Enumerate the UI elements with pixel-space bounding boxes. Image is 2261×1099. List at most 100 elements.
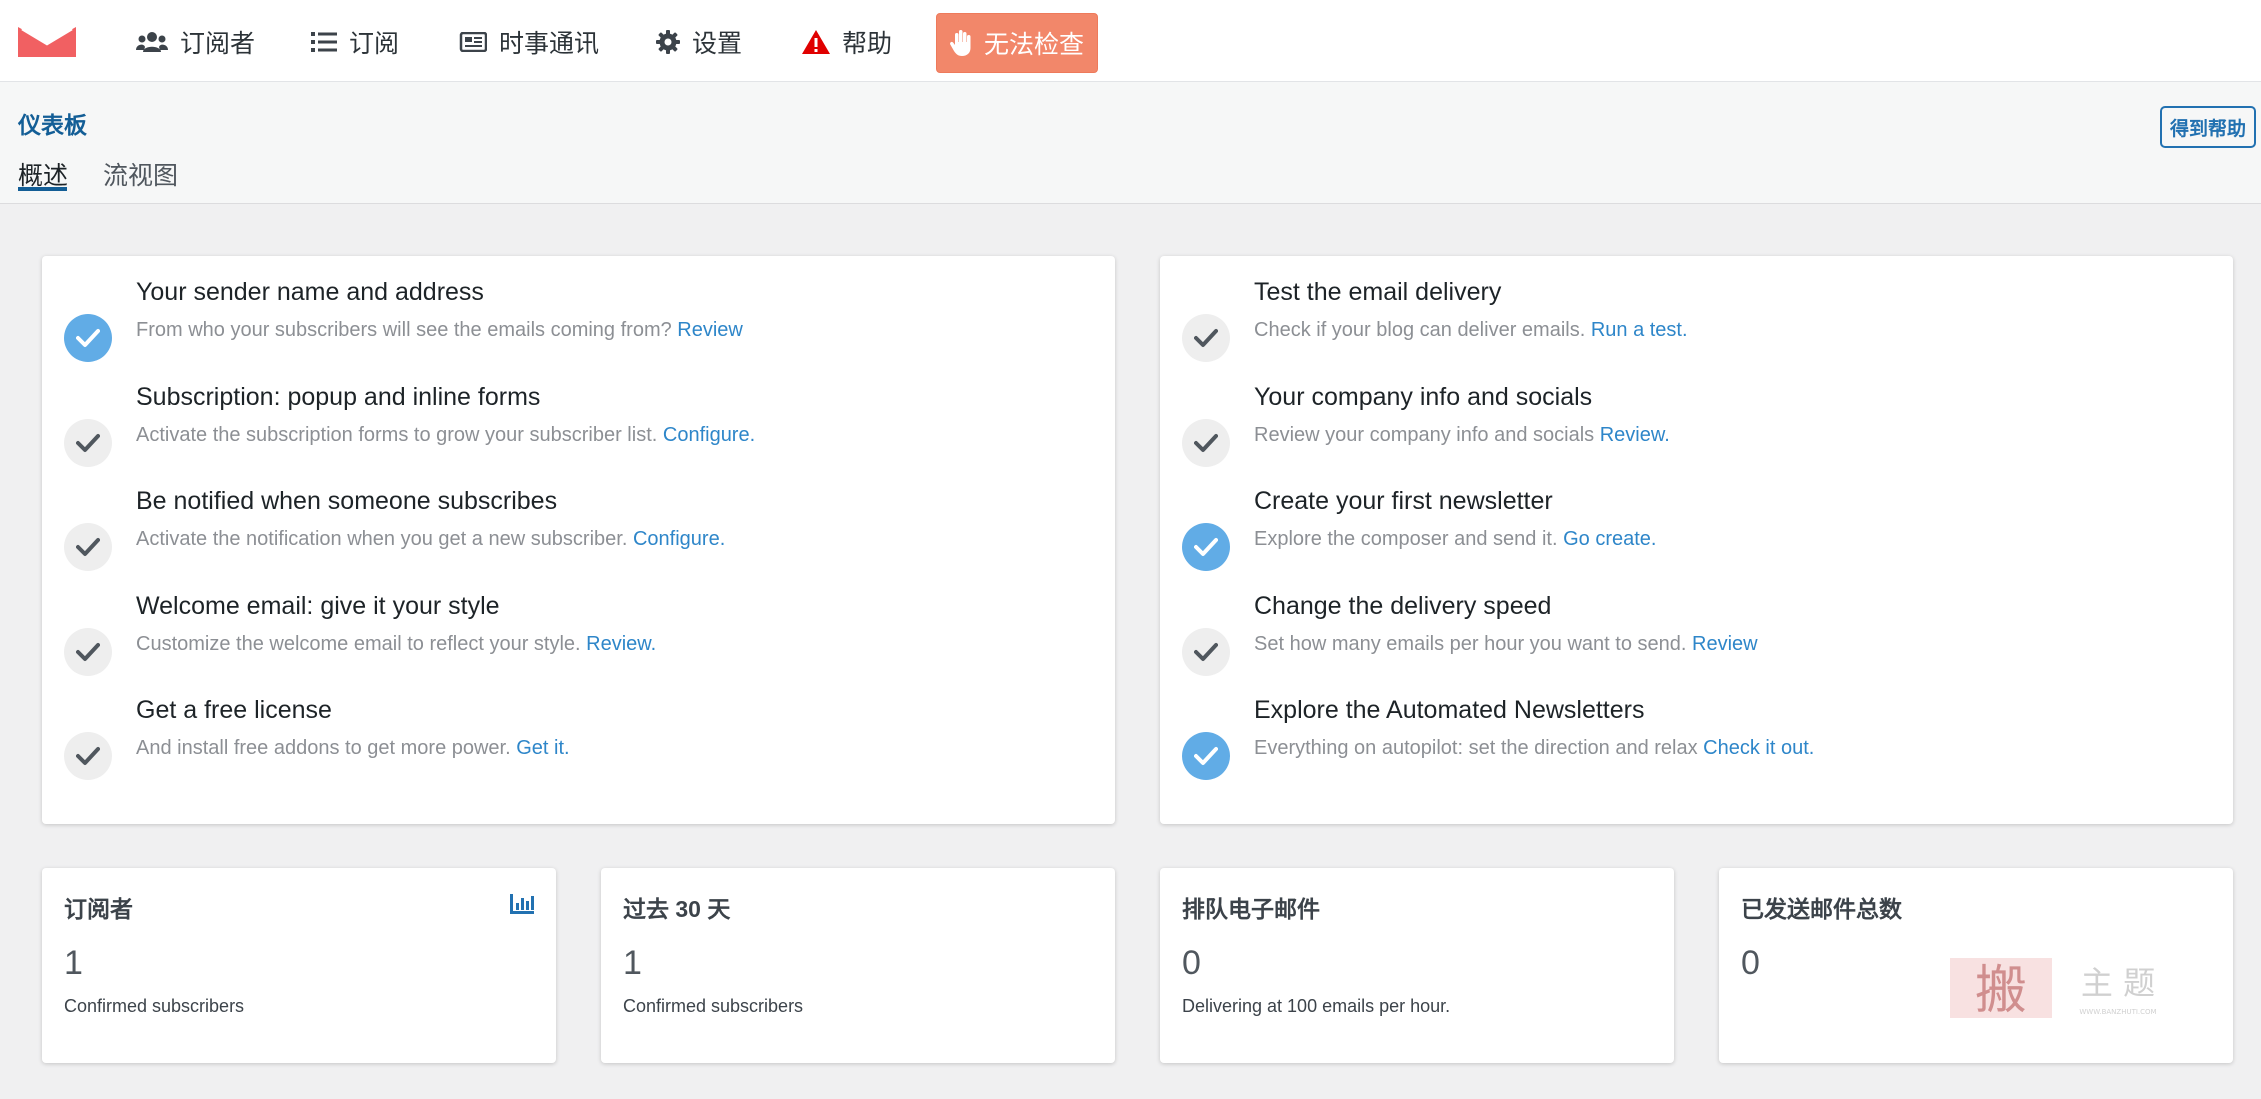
site-watermark-logo: 搬 主 题 WWW.BANZHUTI.COM bbox=[1950, 958, 2157, 1020]
stat-value: 0 bbox=[1741, 944, 1760, 982]
check-icon bbox=[1182, 314, 1230, 362]
warning-triangle-icon bbox=[802, 30, 830, 54]
nav-settings[interactable]: 设置 bbox=[656, 24, 742, 60]
setup-task: Your sender name and address From who you… bbox=[42, 278, 1115, 362]
setup-task: Welcome email: give it your style Customi… bbox=[42, 591, 1115, 676]
task-title: Your company info and socials bbox=[1254, 382, 1593, 411]
task-description: Check if your blog can deliver emails. R… bbox=[1254, 319, 1688, 342]
stat-value: 1 bbox=[64, 944, 83, 982]
check-icon bbox=[1182, 732, 1230, 780]
task-title: Welcome email: give it your style bbox=[136, 591, 500, 620]
list-icon bbox=[311, 32, 337, 52]
task-title: Your sender name and address bbox=[136, 278, 484, 306]
task-description: And install free addons to get more powe… bbox=[136, 737, 570, 760]
nav-help[interactable]: 帮助 bbox=[802, 24, 892, 60]
task-title: Get a free license bbox=[136, 696, 332, 724]
task-link[interactable]: Run a test. bbox=[1591, 319, 1688, 341]
top-navigation: 订阅者 订阅 时事通讯 设置 帮助 无法检查 bbox=[0, 0, 2261, 82]
task-link[interactable]: Configure. bbox=[663, 424, 755, 446]
task-description: Set how many emails per hour you want to… bbox=[1254, 633, 1758, 656]
setup-task: Subscription: popup and inline forms Acti… bbox=[42, 382, 1115, 467]
check-icon bbox=[1182, 418, 1230, 467]
stat-value: 0 bbox=[1182, 944, 1201, 982]
task-title: Create your first newsletter bbox=[1254, 487, 1553, 515]
task-description-text: And install free addons to get more powe… bbox=[136, 737, 511, 759]
check-icon bbox=[64, 523, 112, 571]
task-description-text: Activate the notification when you get a… bbox=[136, 528, 628, 550]
check-icon bbox=[1182, 523, 1230, 571]
task-title: Test the email delivery bbox=[1254, 278, 1502, 306]
stat-caption: Delivering at 100 emails per hour. bbox=[1182, 996, 1451, 1016]
task-title: Change the delivery speed bbox=[1254, 591, 1552, 620]
cannot-check-button[interactable]: 无法检查 bbox=[936, 13, 1098, 73]
task-title: Explore the Automated Newsletters bbox=[1254, 696, 1645, 724]
page-header: 仪表板 概述 流视图 得到帮助 bbox=[0, 82, 2261, 204]
stat-title: 过去 30 天 bbox=[623, 896, 731, 922]
stat-title: 排队电子邮件 bbox=[1182, 896, 1320, 922]
check-icon bbox=[64, 314, 112, 362]
task-description: Customize the welcome email to reflect y… bbox=[136, 633, 656, 656]
task-link[interactable]: Review. bbox=[1600, 424, 1670, 446]
stat-value: 1 bbox=[623, 944, 642, 982]
bar-chart-icon[interactable] bbox=[510, 894, 534, 914]
nav-subscribers[interactable]: 订阅者 bbox=[136, 24, 255, 60]
watermark-text: 主 题 bbox=[2081, 964, 2155, 1002]
setup-task: Be notified when someone subscribes Activ… bbox=[42, 487, 1115, 571]
task-title: Be notified when someone subscribes bbox=[136, 487, 558, 515]
task-description-text: Explore the composer and send it. bbox=[1254, 528, 1558, 550]
task-description-text: Customize the welcome email to reflect y… bbox=[136, 632, 581, 655]
nav-help-label: 帮助 bbox=[842, 30, 893, 58]
task-description: Review your company info and socials Rev… bbox=[1254, 424, 1670, 447]
nav-subscribers-label: 订阅者 bbox=[180, 30, 256, 58]
task-description: Explore the composer and send it. Go cre… bbox=[1254, 528, 1656, 551]
task-description-text: Everything on autopilot: set the directi… bbox=[1254, 737, 1698, 759]
watermark-url: WWW.BANZHUTI.COM bbox=[2079, 1008, 2156, 1016]
newspaper-icon bbox=[459, 32, 487, 52]
stat-caption: Confirmed subscribers bbox=[64, 996, 245, 1016]
task-link[interactable]: Review bbox=[677, 319, 743, 341]
task-link[interactable]: Review. bbox=[586, 633, 656, 655]
stat-card-last-30-days: 过去 30 天 1 Confirmed subscribers bbox=[601, 868, 1115, 1063]
task-link[interactable]: Go create. bbox=[1563, 528, 1656, 550]
setup-tasks-card-left: Your sender name and address From who you… bbox=[42, 256, 1115, 824]
setup-task: Test the email delivery Check if your blo… bbox=[1160, 278, 2233, 362]
stat-card-queued-emails: 排队电子邮件 0 Delivering at 100 emails per ho… bbox=[1160, 868, 1674, 1063]
nav-lists[interactable]: 订阅 bbox=[311, 24, 399, 60]
get-help-button[interactable]: 得到帮助 bbox=[2160, 106, 2256, 148]
nav-newsletters[interactable]: 时事通讯 bbox=[459, 24, 599, 60]
nav-newsletters-label: 时事通讯 bbox=[499, 30, 600, 58]
task-link[interactable]: Get it. bbox=[516, 737, 569, 759]
check-icon bbox=[1182, 627, 1230, 676]
check-icon bbox=[64, 627, 112, 676]
check-icon bbox=[64, 732, 112, 780]
task-description: Everything on autopilot: set the directi… bbox=[1254, 737, 1814, 760]
task-link[interactable]: Configure. bbox=[633, 528, 725, 550]
task-link[interactable]: Check it out. bbox=[1703, 737, 1814, 759]
hand-stop-icon bbox=[949, 30, 971, 56]
tab-stream[interactable]: 流视图 bbox=[103, 156, 178, 192]
task-description-text: From who your subscribers will see the e… bbox=[136, 319, 672, 341]
task-description: Activate the subscription forms to grow … bbox=[136, 424, 755, 447]
users-icon bbox=[136, 32, 168, 52]
setup-task: Change the delivery speed Set how many em… bbox=[1160, 591, 2233, 676]
setup-task: Get a free license And install free addon… bbox=[42, 696, 1115, 780]
watermark-big-char: 搬 bbox=[1975, 961, 2027, 1020]
setup-task: Explore the Automated Newsletters Everyth… bbox=[1160, 696, 2233, 780]
nav-settings-label: 设置 bbox=[692, 30, 743, 58]
task-description-text: Check if your blog can deliver emails. bbox=[1254, 319, 1586, 341]
setup-task: Your company info and socials Review your… bbox=[1160, 382, 2233, 467]
setup-task: Create your first newsletter Explore the … bbox=[1160, 487, 2233, 571]
stat-caption: Confirmed subscribers bbox=[623, 996, 804, 1016]
task-link[interactable]: Review bbox=[1692, 633, 1758, 655]
breadcrumb[interactable]: 仪表板 bbox=[18, 106, 87, 140]
setup-tasks-card-right: Test the email delivery Check if your blo… bbox=[1160, 256, 2233, 824]
task-description: Activate the notification when you get a… bbox=[136, 528, 725, 551]
task-description-text: Review your company info and socials bbox=[1254, 423, 1595, 446]
task-title: Subscription: popup and inline forms bbox=[136, 382, 541, 411]
task-description-text: Activate the subscription forms to grow … bbox=[136, 423, 658, 446]
cannot-check-label: 无法检查 bbox=[983, 31, 1084, 59]
mailpoet-logo[interactable] bbox=[18, 27, 76, 57]
task-description: From who your subscribers will see the e… bbox=[136, 319, 743, 342]
stat-title: 已发送邮件总数 bbox=[1741, 896, 1902, 922]
stat-card-subscribers: 订阅者 1 Confirmed subscribers bbox=[42, 868, 556, 1063]
